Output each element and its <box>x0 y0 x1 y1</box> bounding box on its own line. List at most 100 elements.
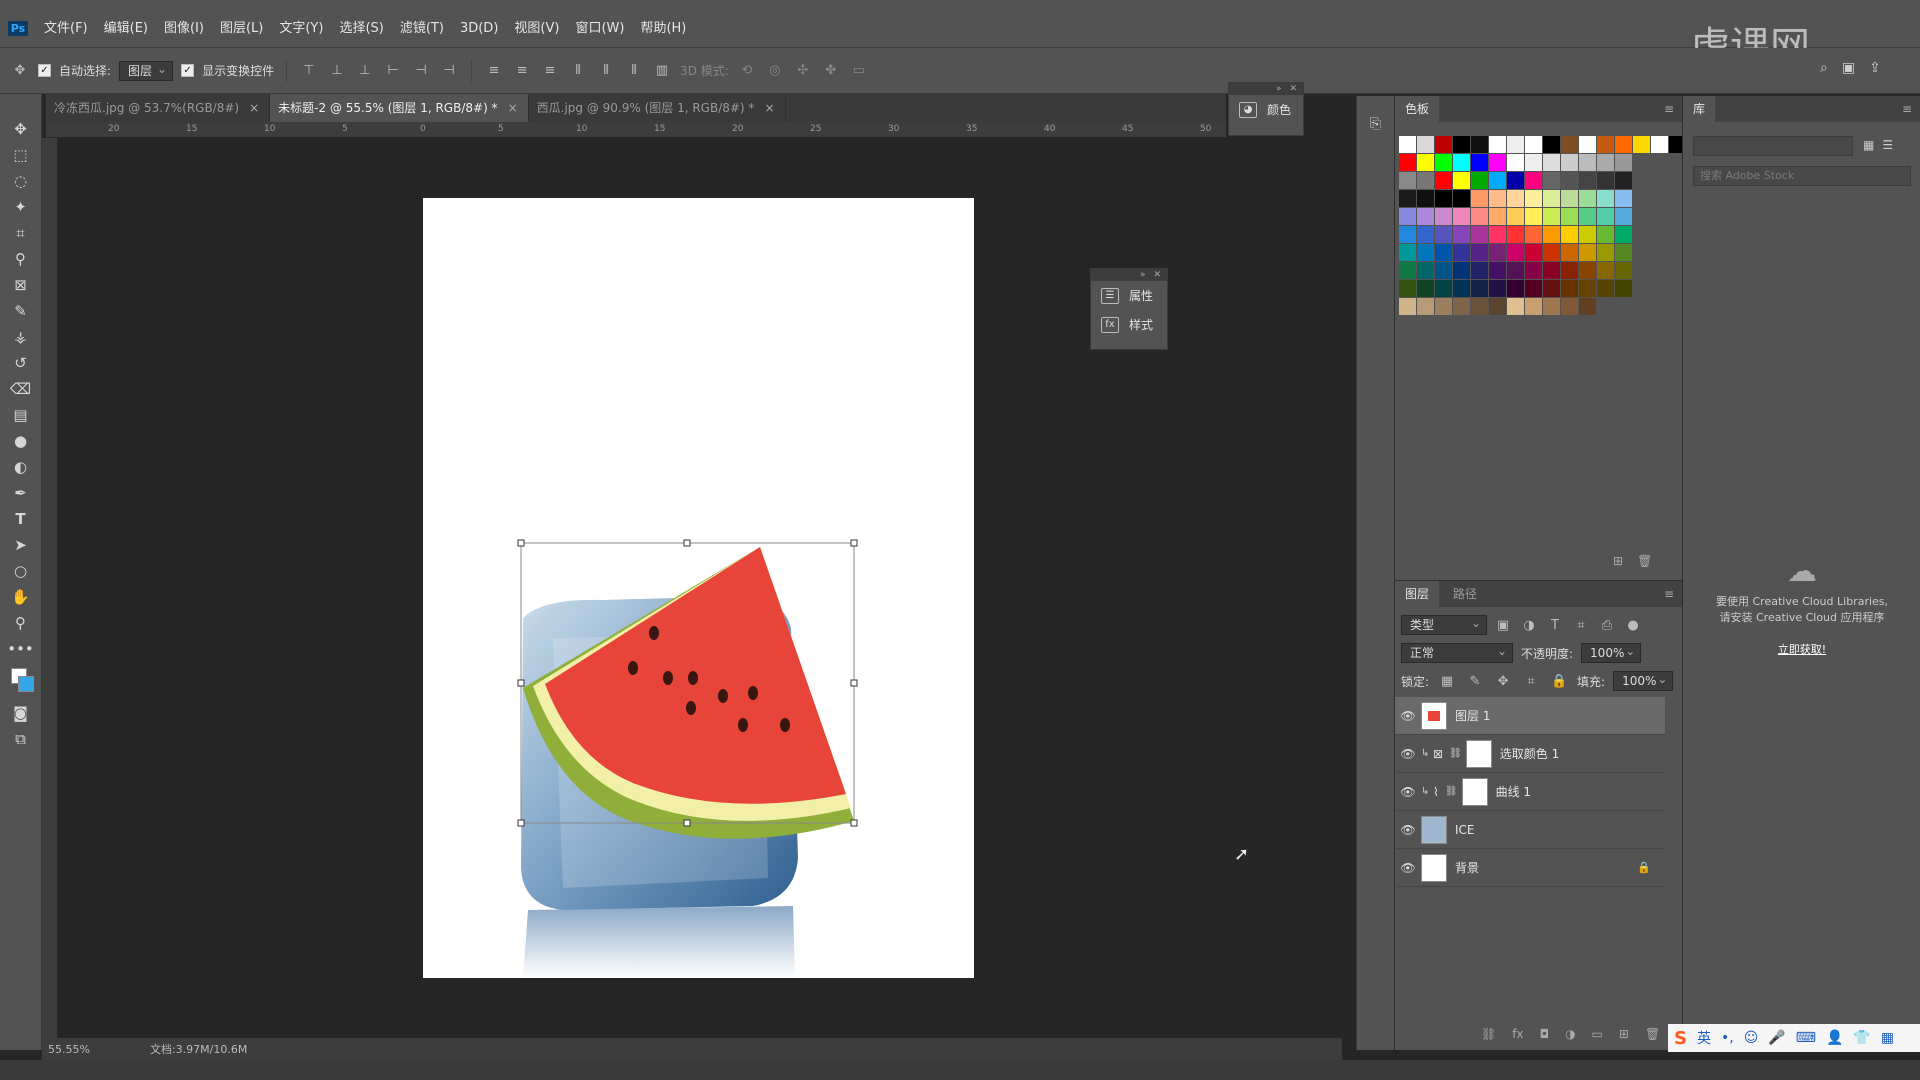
close-icon[interactable]: × <box>764 94 774 122</box>
color-swatch[interactable] <box>1489 280 1506 297</box>
color-swatch[interactable] <box>1435 280 1452 297</box>
layer-name[interactable]: 图层 1 <box>1455 707 1490 724</box>
background-color[interactable] <box>17 676 34 692</box>
color-swatch[interactable] <box>1435 190 1452 207</box>
color-swatch[interactable] <box>1507 154 1524 171</box>
menu-layer[interactable]: 图层(L) <box>212 15 271 43</box>
tab-layers[interactable]: 图层 <box>1395 581 1440 607</box>
fx-icon[interactable]: fx <box>1512 1027 1523 1041</box>
color-swatch[interactable] <box>1435 172 1452 189</box>
color-swatch[interactable] <box>1597 280 1614 297</box>
color-swatch[interactable] <box>1561 226 1578 243</box>
layer-row[interactable]: 👁 ↳ ⊠ ⛓ 选取颜色 1 <box>1395 735 1665 773</box>
color-swatch[interactable] <box>1525 226 1542 243</box>
color-swatch[interactable] <box>1525 262 1542 279</box>
layer-name[interactable]: 曲线 1 <box>1496 783 1531 800</box>
layer-name[interactable]: 背景 <box>1455 859 1637 876</box>
color-swatch[interactable] <box>1561 280 1578 297</box>
color-swatch[interactable] <box>1453 280 1470 297</box>
history-icon[interactable]: ⎘ <box>1367 116 1385 132</box>
align-top-icon[interactable]: ⊤ <box>299 61 319 81</box>
distribute-right-icon[interactable]: ⦀ <box>624 61 644 81</box>
color-swatch[interactable] <box>1399 208 1416 225</box>
lock-position-icon[interactable]: ✥ <box>1493 671 1513 691</box>
color-swatch[interactable] <box>1435 298 1452 315</box>
color-swatch[interactable] <box>1417 190 1434 207</box>
color-swatch[interactable] <box>1561 244 1578 261</box>
color-swatch[interactable] <box>1543 244 1560 261</box>
orbit-3d-icon[interactable]: ⟲ <box>737 61 757 81</box>
document-canvas[interactable] <box>423 198 974 978</box>
menu-select[interactable]: 选择(S) <box>331 15 391 43</box>
workspace-icon[interactable]: ▣ <box>1842 60 1855 76</box>
color-swatch[interactable] <box>1561 208 1578 225</box>
punctuation-icon[interactable]: •, <box>1721 1030 1734 1046</box>
tab-paths[interactable]: 路径 <box>1443 581 1487 607</box>
color-swatch[interactable] <box>1399 190 1416 207</box>
color-swatch[interactable] <box>1561 172 1578 189</box>
layer-name[interactable]: ICE <box>1455 823 1475 837</box>
new-group-icon[interactable]: ▭ <box>1592 1027 1603 1041</box>
tab-libraries[interactable]: 库 <box>1683 96 1716 122</box>
color-swatch[interactable] <box>1417 136 1434 153</box>
color-swatch[interactable] <box>1471 298 1488 315</box>
marquee-tool-icon[interactable]: ⬚ <box>6 144 36 166</box>
auto-select-checkbox[interactable]: ✓ <box>38 64 51 77</box>
color-swatch[interactable] <box>1579 226 1596 243</box>
color-swatch[interactable] <box>1489 262 1506 279</box>
lasso-tool-icon[interactable]: ◌ <box>6 170 36 192</box>
color-swatch[interactable] <box>1435 226 1452 243</box>
menu-type[interactable]: 文字(Y) <box>271 15 331 43</box>
color-swatch[interactable] <box>1417 298 1434 315</box>
color-swatch[interactable] <box>1651 136 1668 153</box>
styles-button[interactable]: fx 样式 <box>1091 310 1167 339</box>
roll-3d-icon[interactable]: ◎ <box>765 61 785 81</box>
doc-tab[interactable]: 冷冻西瓜.jpg @ 53.7%(RGB/8#) × <box>46 94 271 122</box>
delete-icon[interactable]: 🗑 <box>1637 554 1652 568</box>
filter-shape-icon[interactable]: ⌗ <box>1571 615 1591 635</box>
color-swatch[interactable] <box>1435 208 1452 225</box>
keyboard-icon[interactable]: ⌨ <box>1796 1030 1816 1046</box>
color-swatch[interactable] <box>1615 172 1632 189</box>
color-swatch[interactable] <box>1615 190 1632 207</box>
color-swatch[interactable] <box>1471 172 1488 189</box>
color-swatch[interactable] <box>1579 190 1596 207</box>
magic-wand-tool-icon[interactable]: ✦ <box>6 196 36 218</box>
color-swatch[interactable] <box>1525 280 1542 297</box>
color-swatch[interactable] <box>1507 262 1524 279</box>
collapse-icon[interactable]: » <box>1276 83 1282 95</box>
color-swatch[interactable] <box>1615 208 1632 225</box>
blend-mode-dropdown[interactable]: 正常 <box>1401 642 1513 663</box>
color-swatch[interactable] <box>1471 262 1488 279</box>
filter-kind-dropdown[interactable]: 类型 <box>1401 614 1487 635</box>
panel-menu-icon[interactable]: ≡ <box>1664 102 1674 116</box>
pen-tool-icon[interactable]: ✒ <box>6 482 36 504</box>
color-swatch[interactable] <box>1399 226 1416 243</box>
color-swatch[interactable] <box>1471 208 1488 225</box>
color-swatch[interactable] <box>1471 226 1488 243</box>
color-swatch[interactable] <box>1435 154 1452 171</box>
delete-layer-icon[interactable]: 🗑 <box>1645 1027 1660 1041</box>
swatch-grid[interactable] <box>1399 136 1705 316</box>
color-swatch[interactable] <box>1579 298 1596 315</box>
color-swatch[interactable] <box>1489 190 1506 207</box>
close-icon[interactable]: ✕ <box>1153 269 1161 281</box>
color-swatch[interactable] <box>1471 190 1488 207</box>
color-swatch[interactable] <box>1615 244 1632 261</box>
move-tool-icon[interactable]: ✥ <box>6 118 36 140</box>
color-swatch[interactable] <box>1453 208 1470 225</box>
auto-align-icon[interactable]: ▥ <box>652 61 672 81</box>
stamp-tool-icon[interactable]: ⚶ <box>6 326 36 348</box>
color-swatch[interactable] <box>1399 298 1416 315</box>
zoom-level[interactable]: 55.55% <box>48 1043 90 1056</box>
color-swatch[interactable] <box>1597 244 1614 261</box>
dodge-tool-icon[interactable]: ◐ <box>6 456 36 478</box>
distribute-left-icon[interactable]: ⦀ <box>568 61 588 81</box>
tab-swatches[interactable]: 色板 <box>1395 96 1440 122</box>
link-layers-icon[interactable]: ⛓ <box>1481 1027 1496 1041</box>
color-swatch[interactable] <box>1399 244 1416 261</box>
search-icon[interactable]: ⌕ <box>1820 60 1828 76</box>
color-swatch[interactable] <box>1579 244 1596 261</box>
doc-tab-active[interactable]: 未标题-2 @ 55.5% (图层 1, RGB/8#) * × <box>270 94 529 122</box>
fill-input[interactable]: 100% <box>1613 670 1674 691</box>
